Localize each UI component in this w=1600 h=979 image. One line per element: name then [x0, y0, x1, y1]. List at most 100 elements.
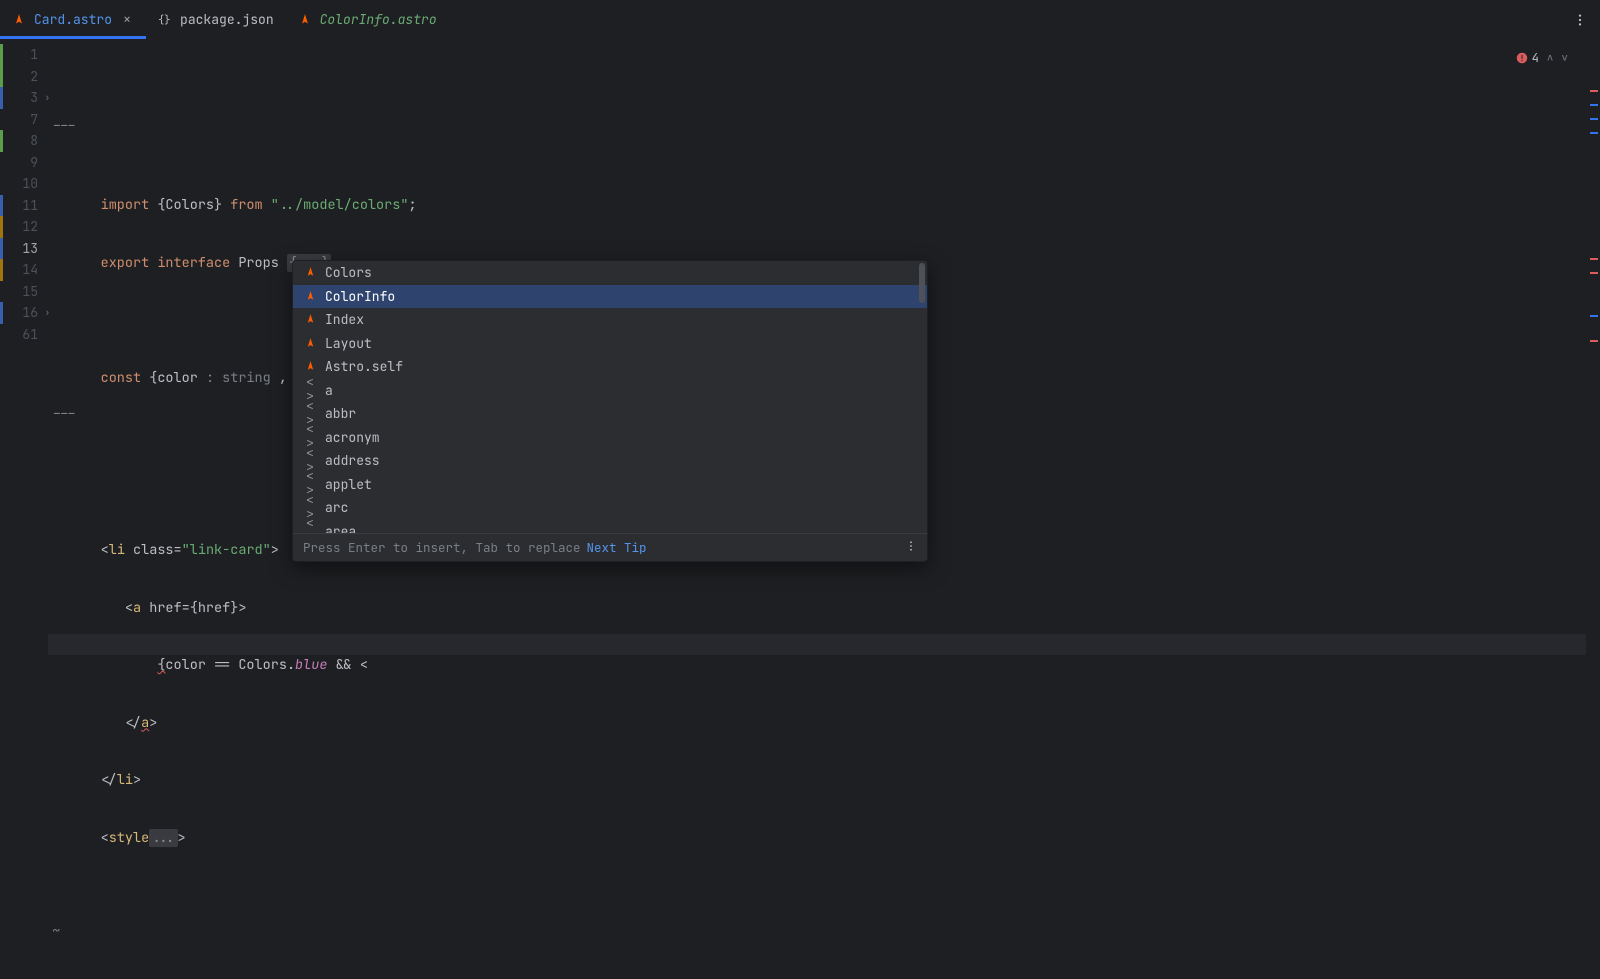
- json-icon: {}: [158, 13, 172, 27]
- completion-item-label: area: [325, 523, 356, 533]
- line-number[interactable]: 13: [0, 238, 48, 260]
- astro-icon: [12, 13, 26, 27]
- code-text: : string: [206, 369, 279, 387]
- line-number[interactable]: 7: [0, 109, 48, 131]
- tab-overflow-menu[interactable]: [1560, 0, 1600, 39]
- code-text: a: [133, 599, 149, 617]
- completion-item[interactable]: Colors: [293, 261, 927, 285]
- tag-icon: < >: [303, 517, 317, 533]
- completion-item-label: abbr: [325, 405, 356, 422]
- code-text: }: [214, 196, 230, 214]
- completion-item[interactable]: < >applet: [293, 473, 927, 497]
- scrollbar-thumb[interactable]: [919, 263, 925, 303]
- completion-hint: Press Enter to insert, Tab to replace: [303, 539, 581, 556]
- line-number[interactable]: 10: [0, 173, 48, 195]
- error-stripe-marker[interactable]: [1590, 132, 1598, 134]
- code-text: <: [101, 541, 109, 559]
- line-number[interactable]: 9: [0, 152, 48, 174]
- completion-popup: ColorsColorInfoIndexLayoutAstro.self< >a…: [292, 260, 928, 562]
- vcs-stripe: [0, 87, 3, 109]
- code-text: import: [101, 196, 150, 214]
- vcs-stripe: [0, 238, 3, 260]
- code-text: [101, 714, 125, 732]
- completion-item[interactable]: < >acronym: [293, 426, 927, 450]
- completion-footer: Press Enter to insert, Tab to replace Ne…: [293, 533, 927, 561]
- code-text: href=: [149, 599, 190, 617]
- code-text: .: [287, 656, 295, 674]
- folded-region[interactable]: ...: [149, 829, 177, 847]
- error-stripe-marker[interactable]: [1590, 90, 1598, 92]
- code-text: </: [101, 771, 117, 789]
- error-badge[interactable]: 4: [1516, 50, 1539, 66]
- completion-item[interactable]: < >address: [293, 449, 927, 473]
- svg-text:{}: {}: [158, 13, 171, 27]
- error-icon: [1516, 52, 1528, 64]
- error-stripe-marker[interactable]: [1590, 315, 1598, 317]
- error-stripe-marker[interactable]: [1590, 104, 1598, 106]
- line-number[interactable]: 11: [0, 195, 48, 217]
- tab-card-astro[interactable]: Card.astro ×: [0, 0, 146, 39]
- completion-list[interactable]: ColorsColorInfoIndexLayoutAstro.self< >a…: [293, 261, 927, 533]
- code-text: <: [101, 829, 109, 847]
- completion-item[interactable]: < >arc: [293, 496, 927, 520]
- code-text: Props: [238, 254, 287, 272]
- prev-highlight-icon[interactable]: ∧: [1547, 51, 1554, 65]
- error-stripe[interactable]: [1586, 40, 1600, 800]
- line-number[interactable]: 16›: [0, 302, 48, 324]
- line-number[interactable]: 15: [0, 281, 48, 303]
- astro-icon: [303, 336, 317, 350]
- next-highlight-icon[interactable]: ∨: [1561, 51, 1568, 65]
- line-number[interactable]: 14: [0, 259, 48, 281]
- tab-package-json[interactable]: {} package.json: [146, 0, 286, 39]
- code-text: >: [178, 829, 186, 847]
- vcs-stripe: [0, 302, 3, 324]
- code-text: "link-card": [182, 541, 271, 559]
- code-text: from: [230, 196, 262, 214]
- completion-item[interactable]: < >abbr: [293, 402, 927, 426]
- code-text: li: [109, 541, 133, 559]
- close-icon[interactable]: ×: [120, 13, 134, 27]
- error-stripe-marker[interactable]: [1590, 340, 1598, 342]
- completion-item-label: Astro.self: [325, 358, 403, 375]
- completion-item[interactable]: < >a: [293, 379, 927, 403]
- vcs-stripe: [0, 195, 3, 217]
- error-stripe-marker[interactable]: [1590, 272, 1598, 274]
- tab-label: ColorInfo.astro: [320, 11, 437, 28]
- completion-item-label: address: [325, 452, 380, 469]
- vcs-stripe: [0, 66, 3, 88]
- code-text: <: [360, 656, 368, 674]
- completion-item[interactable]: Astro.self: [293, 355, 927, 379]
- completion-item[interactable]: Layout: [293, 332, 927, 356]
- line-number[interactable]: 8: [0, 130, 48, 152]
- code-text: color ==: [165, 656, 238, 674]
- completion-item-label: applet: [325, 476, 372, 493]
- line-number[interactable]: 3›: [0, 87, 48, 109]
- line-number[interactable]: 2: [0, 66, 48, 88]
- tab-label: Card.astro: [34, 11, 112, 28]
- completion-item[interactable]: Index: [293, 308, 927, 332]
- astro-icon: [303, 360, 317, 374]
- completion-item[interactable]: < > area: [293, 520, 927, 534]
- analysis-widget: 4 ∧ ∨: [1516, 50, 1568, 66]
- line-number[interactable]: [0, 345, 48, 367]
- code-text: class=: [133, 541, 182, 559]
- tab-colorinfo-astro[interactable]: ColorInfo.astro: [286, 0, 449, 39]
- line-number[interactable]: 1: [0, 44, 48, 66]
- completion-item[interactable]: ColorInfo: [293, 285, 927, 309]
- completion-item-label: Colors: [325, 264, 372, 281]
- code-text: interface: [157, 254, 238, 272]
- error-stripe-marker[interactable]: [1590, 258, 1598, 260]
- code-text: ---: [52, 405, 76, 423]
- next-tip-link[interactable]: Next Tip: [587, 539, 647, 556]
- line-number[interactable]: 12: [0, 216, 48, 238]
- code-text: {href}: [190, 599, 239, 617]
- line-number[interactable]: 61: [0, 324, 48, 346]
- error-count: 4: [1532, 50, 1539, 66]
- more-icon[interactable]: [905, 539, 917, 556]
- code-text: ---: [52, 117, 76, 135]
- code-text: </: [125, 714, 141, 732]
- completion-item-label: acronym: [325, 429, 380, 446]
- error-stripe-marker[interactable]: [1590, 118, 1598, 120]
- completion-item-label: Index: [325, 311, 364, 328]
- code-text: {: [149, 196, 165, 214]
